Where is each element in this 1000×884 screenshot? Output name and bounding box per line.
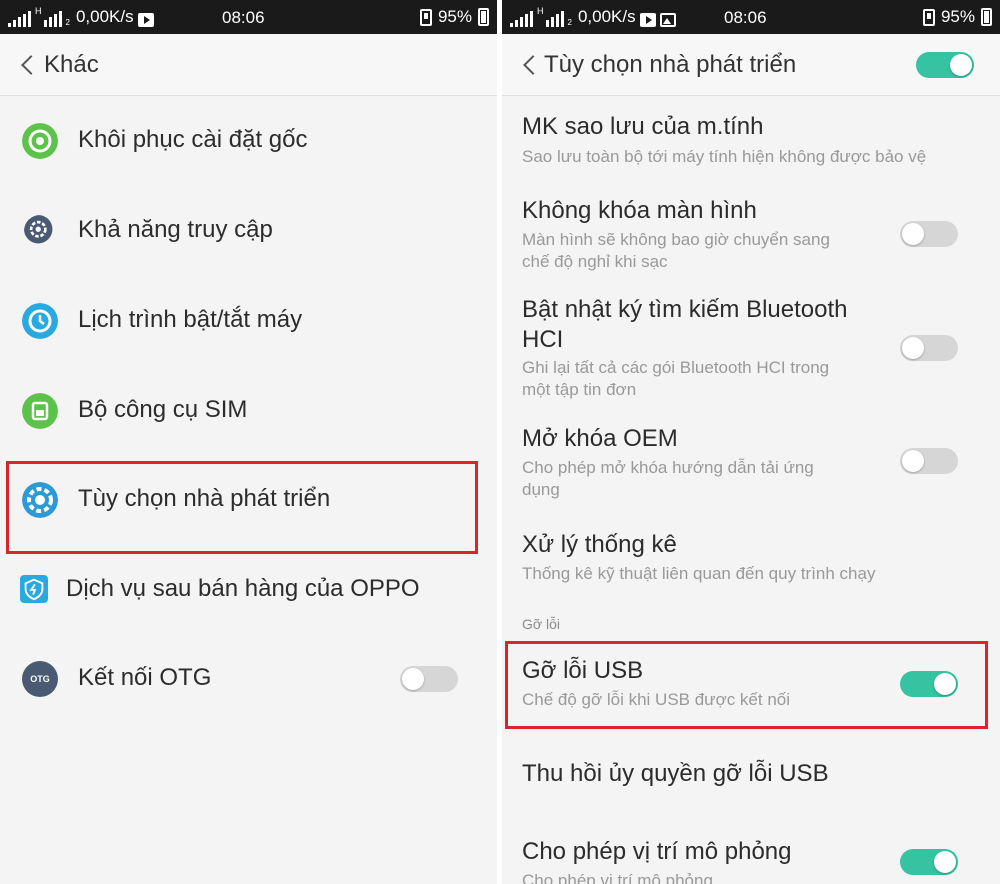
menu-item-label: Khôi phục cài đặt gốc xyxy=(78,126,308,153)
setting-bluetooth-hci-log[interactable]: Bật nhật ký tìm kiếm Bluetooth HCI Ghi l… xyxy=(502,295,1000,405)
setting-title: MK sao lưu của m.tính xyxy=(522,113,764,140)
screen-developer-options: H 2 0,00K/s 08:06 95% Tùy chọn nhà phát … xyxy=(502,0,1000,884)
gallery-icon xyxy=(659,13,676,27)
menu-item-otg[interactable]: OTG Kết nối OTG xyxy=(0,648,497,710)
status-bar: H 2 0,00K/s 08:06 95% xyxy=(0,0,497,34)
developer-master-toggle[interactable] xyxy=(916,52,974,78)
sim-number: 2 xyxy=(567,18,572,27)
menu-item-accessibility[interactable]: Khả năng truy cập xyxy=(0,200,497,262)
menu-item-oppo-service[interactable]: Dịch vụ sau bán hàng của OPPO xyxy=(0,559,497,621)
play-store-icon xyxy=(137,13,154,27)
setting-desktop-backup-password[interactable]: MK sao lưu của m.tính Sao lưu toàn bộ tớ… xyxy=(502,112,1000,172)
network-speed: 0,00K/s xyxy=(75,7,134,26)
signal-icon-sim2 xyxy=(545,11,564,27)
setting-desc: chế độ nghỉ khi sạc xyxy=(522,252,668,271)
status-bar: H 2 0,00K/s 08:06 95% xyxy=(502,0,1000,34)
battery-icon xyxy=(478,8,489,26)
setting-desc: Thống kê kỹ thuật liên quan đến quy trìn… xyxy=(522,564,876,583)
setting-desc: dụng xyxy=(522,480,560,499)
page-title: Khác xyxy=(44,51,99,78)
otg-toggle[interactable] xyxy=(400,666,458,692)
battery-percent: 95% xyxy=(940,7,975,26)
battery-icon xyxy=(981,8,992,26)
setting-desc: Cho phép mở khóa hướng dẫn tải ứng xyxy=(522,458,814,477)
menu-item-schedule-power[interactable]: Lịch trình bật/tắt máy xyxy=(0,290,497,352)
oppo-service-icon xyxy=(20,575,48,603)
page-title: Tùy chọn nhà phát triển xyxy=(544,51,797,78)
clock: 08:06 xyxy=(222,8,265,27)
mock-locations-toggle[interactable] xyxy=(900,849,958,875)
network-speed: 0,00K/s xyxy=(577,7,636,26)
network-type: H xyxy=(537,6,544,16)
setting-desc: Màn hình sẽ không bao giờ chuyển sang xyxy=(522,230,830,249)
play-store-icon xyxy=(639,13,656,27)
setting-revoke-usb-debugging[interactable]: Thu hồi ủy quyền gỡ lỗi USB xyxy=(502,759,1000,799)
menu-item-label: Dịch vụ sau bán hàng của OPPO xyxy=(66,575,420,602)
factory-reset-icon xyxy=(22,123,58,159)
oem-unlock-toggle[interactable] xyxy=(900,448,958,474)
vibrate-icon xyxy=(419,8,432,26)
setting-title: Cho phép vị trí mô phỏng xyxy=(522,838,792,865)
header: Khác xyxy=(0,34,497,96)
stay-awake-toggle[interactable] xyxy=(900,221,958,247)
setting-title: Không khóa màn hình xyxy=(522,197,757,224)
setting-title: Thu hồi ủy quyền gỡ lỗi USB xyxy=(522,760,829,787)
sim-number: 2 xyxy=(65,18,70,27)
signal-icon-sim2 xyxy=(43,11,62,27)
network-type: H xyxy=(35,6,42,16)
setting-mock-locations[interactable]: Cho phép vị trí mô phỏng Cho phép vị trí… xyxy=(502,837,1000,884)
sim-toolkit-icon xyxy=(22,393,58,429)
highlight-box xyxy=(505,641,988,729)
menu-item-label: Bộ công cụ SIM xyxy=(78,396,248,423)
setting-desc: Cho phép vị trí mô phỏng xyxy=(522,871,713,884)
otg-icon: OTG xyxy=(22,661,58,697)
setting-desc: Ghi lại tất cả các gói Bluetooth HCI tro… xyxy=(522,358,830,377)
screen-other-settings: H 2 0,00K/s 08:06 95% Khác Khôi phục cài… xyxy=(0,0,497,884)
setting-desc: Sao lưu toàn bộ tới máy tính hiện không … xyxy=(522,147,927,166)
schedule-power-icon xyxy=(22,303,58,339)
section-header-debugging: Gỡ lỗi xyxy=(522,616,560,632)
bluetooth-hci-toggle[interactable] xyxy=(900,335,958,361)
clock: 08:06 xyxy=(724,8,767,27)
vibrate-icon xyxy=(922,8,935,26)
back-icon[interactable] xyxy=(21,55,41,75)
menu-item-label: Lịch trình bật/tắt máy xyxy=(78,306,303,333)
setting-stay-awake[interactable]: Không khóa màn hình Màn hình sẽ không ba… xyxy=(502,196,1000,276)
setting-title: Mở khóa OEM xyxy=(522,425,678,452)
signal-icon xyxy=(8,11,31,27)
setting-process-stats[interactable]: Xử lý thống kê Thống kê kỹ thuật liên qu… xyxy=(502,530,1000,590)
setting-oem-unlock[interactable]: Mở khóa OEM Cho phép mở khóa hướng dẫn t… xyxy=(502,424,1000,504)
accessibility-icon xyxy=(24,215,53,244)
header: Tùy chọn nhà phát triển xyxy=(502,34,1000,96)
menu-item-label: Kết nối OTG xyxy=(78,664,212,691)
back-icon[interactable] xyxy=(523,55,543,75)
setting-title: HCI xyxy=(522,326,564,353)
battery-percent: 95% xyxy=(437,7,472,26)
menu-item-sim-toolkit[interactable]: Bộ công cụ SIM xyxy=(0,380,497,442)
menu-item-label: Khả năng truy cập xyxy=(78,216,273,243)
signal-icon xyxy=(510,11,533,27)
menu-item-factory-reset[interactable]: Khôi phục cài đặt gốc xyxy=(0,110,497,172)
setting-title: Xử lý thống kê xyxy=(522,531,677,558)
setting-title: Bật nhật ký tìm kiếm Bluetooth xyxy=(522,296,848,323)
setting-desc: một tập tin đơn xyxy=(522,380,637,399)
highlight-box xyxy=(6,461,478,554)
